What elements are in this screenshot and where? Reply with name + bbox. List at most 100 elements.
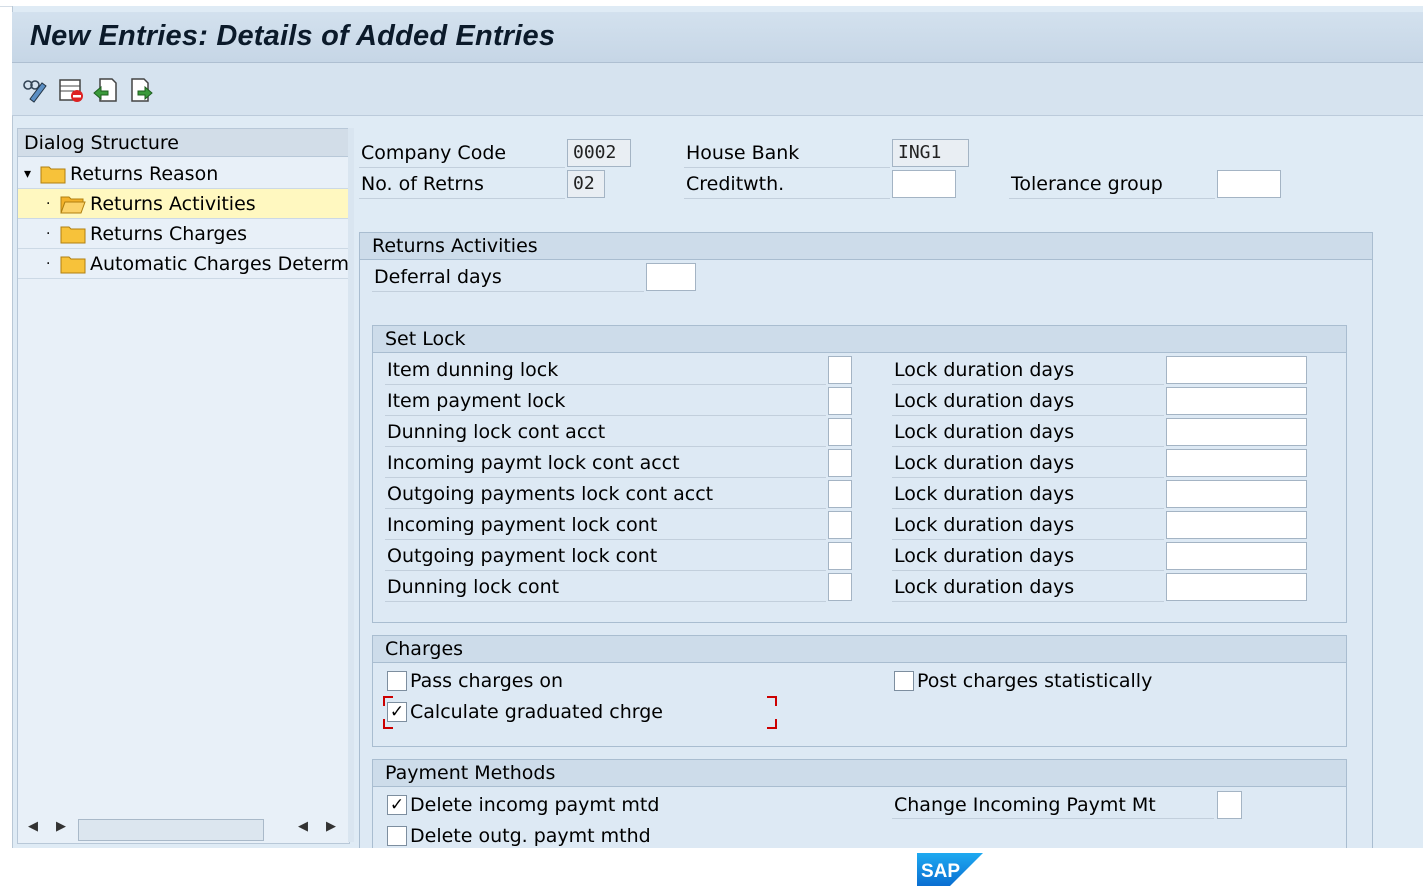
lock-checkbox-field[interactable] (828, 480, 852, 508)
tree-item-returns-activities[interactable]: · Returns Activities (18, 189, 349, 219)
lock-checkbox-field[interactable] (828, 542, 852, 570)
post-statistically-label: Post charges statistically (917, 670, 1153, 692)
undo-icon[interactable] (92, 77, 118, 103)
focus-frame-corner (383, 719, 393, 729)
tree-item-label: Returns Charges (90, 223, 248, 245)
divider (892, 818, 1214, 819)
calculate-graduated-label: Calculate graduated chrge (410, 701, 663, 723)
delete-icon[interactable] (58, 77, 84, 103)
tolerance-group-field[interactable] (1217, 170, 1281, 198)
lock-type-label: Item payment lock (387, 390, 566, 412)
lock-duration-field[interactable] (1166, 511, 1307, 539)
group-title: Payment Methods (373, 760, 1346, 787)
divider (892, 539, 1164, 540)
tree-dot-icon: · (46, 226, 51, 242)
pass-charges-on-checkbox[interactable] (387, 671, 407, 691)
tree-item-label: Automatic Charges Determina (90, 253, 349, 275)
display-change-icon[interactable] (22, 77, 48, 103)
delete-outgoing-checkbox[interactable] (387, 826, 407, 846)
divider (684, 198, 890, 199)
page-title: New Entries: Details of Added Entries (30, 20, 556, 52)
divider (892, 415, 1164, 416)
lock-checkbox-field[interactable] (828, 356, 852, 384)
scroll-thumb[interactable] (78, 819, 264, 841)
change-incoming-field[interactable] (1217, 791, 1242, 819)
lock-duration-field[interactable] (1166, 387, 1307, 415)
divider (892, 477, 1164, 478)
lock-type-label: Incoming payment lock cont (387, 514, 658, 536)
lock-type-label: Incoming paymt lock cont acct (387, 452, 680, 474)
lock-checkbox-field[interactable] (828, 511, 852, 539)
panel-splitter[interactable] (348, 128, 354, 842)
lock-duration-label: Lock duration days (894, 576, 1075, 598)
lock-checkbox-field[interactable] (828, 573, 852, 601)
lock-duration-label: Lock duration days (894, 421, 1075, 443)
company-code-label: Company Code (361, 142, 507, 164)
next-entry-icon[interactable] (128, 77, 154, 103)
tree-scrollbar[interactable]: ◀ ▶ ◀ ▶ (18, 817, 349, 843)
lock-type-label: Outgoing payment lock cont (387, 545, 658, 567)
pass-charges-on-label: Pass charges on (410, 670, 564, 692)
scroll-right-icon[interactable]: ▶ (56, 819, 66, 834)
lock-duration-label: Lock duration days (894, 545, 1075, 567)
divider (385, 477, 826, 478)
lock-duration-field[interactable] (1166, 542, 1307, 570)
tree-item-label: Returns Activities (90, 193, 256, 215)
tree-dot-icon: · (46, 256, 51, 272)
lock-checkbox-field[interactable] (828, 387, 852, 415)
divider (385, 384, 826, 385)
group-title: Returns Activities (360, 233, 1372, 260)
lock-duration-label: Lock duration days (894, 483, 1075, 505)
divider (385, 570, 826, 571)
divider (892, 570, 1164, 571)
no-of-returns-label: No. of Retrns (361, 173, 484, 195)
divider (385, 508, 826, 509)
lock-duration-field[interactable] (1166, 356, 1307, 384)
no-of-returns-field[interactable]: 02 (567, 170, 605, 198)
divider (359, 167, 565, 168)
tolerance-group-label: Tolerance group (1011, 173, 1163, 195)
deferral-days-field[interactable] (646, 263, 696, 291)
divider (372, 291, 644, 292)
divider (359, 198, 565, 199)
lock-type-label: Dunning lock cont (387, 576, 560, 598)
divider (385, 415, 826, 416)
change-incoming-label: Change Incoming Paymt Mt (894, 794, 1156, 816)
divider (385, 539, 826, 540)
creditworthiness-field[interactable] (892, 170, 956, 198)
expand-arrow-icon[interactable]: ▾ (24, 159, 31, 188)
tree-item-automatic-charges[interactable]: · Automatic Charges Determina (18, 249, 349, 279)
scroll-left-icon[interactable]: ◀ (28, 819, 38, 834)
lock-duration-field[interactable] (1166, 573, 1307, 601)
house-bank-label: House Bank (686, 142, 800, 164)
divider (684, 167, 890, 168)
group-title: Set Lock (373, 326, 1346, 353)
lock-type-label: Dunning lock cont acct (387, 421, 606, 443)
lock-duration-label: Lock duration days (894, 359, 1075, 381)
tree-item-label: Returns Reason (70, 163, 219, 185)
house-bank-field[interactable]: ING1 (892, 139, 969, 167)
lock-duration-label: Lock duration days (894, 390, 1075, 412)
post-statistically-checkbox[interactable] (894, 671, 914, 691)
lock-duration-field[interactable] (1166, 480, 1307, 508)
lock-checkbox-field[interactable] (828, 449, 852, 477)
lock-duration-label: Lock duration days (894, 514, 1075, 536)
lock-duration-label: Lock duration days (894, 452, 1075, 474)
sap-logo: SAP (917, 853, 983, 886)
focus-frame-corner (767, 719, 777, 729)
scroll-right-icon[interactable]: ▶ (326, 819, 336, 834)
scroll-left-icon[interactable]: ◀ (298, 819, 308, 834)
tree-item-returns-charges[interactable]: · Returns Charges (18, 219, 349, 249)
lock-type-label: Outgoing payments lock cont acct (387, 483, 714, 505)
delete-incoming-label: Delete incomg paymt mtd (410, 794, 660, 816)
divider (385, 446, 826, 447)
lock-checkbox-field[interactable] (828, 418, 852, 446)
delete-incoming-checkbox[interactable]: ✓ (387, 795, 407, 815)
tree-dot-icon: · (46, 196, 51, 212)
lock-duration-field[interactable] (1166, 418, 1307, 446)
folder-icon (60, 226, 86, 244)
tree-item-returns-reason[interactable]: ▾ Returns Reason (18, 159, 349, 189)
dialog-structure-panel: Dialog Structure ▾ Returns Reason · Retu… (17, 128, 350, 844)
lock-duration-field[interactable] (1166, 449, 1307, 477)
company-code-field[interactable]: 0002 (567, 139, 631, 167)
